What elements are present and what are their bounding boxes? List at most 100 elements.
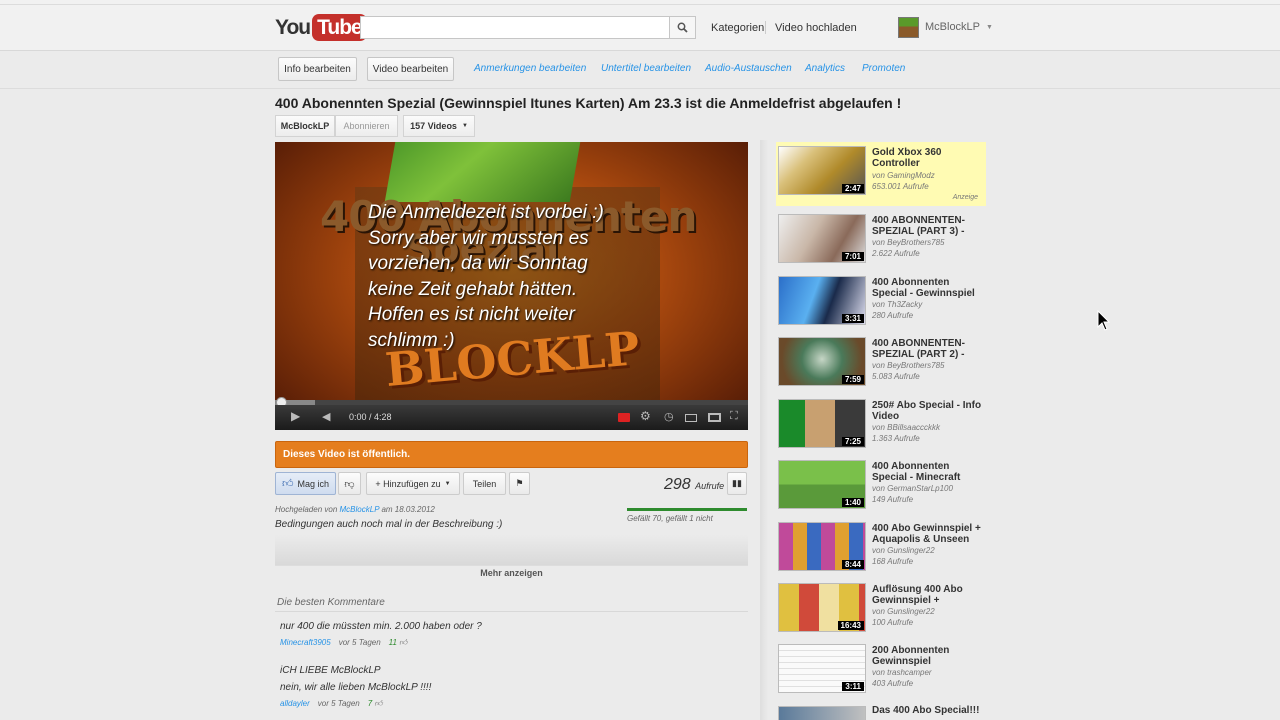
like-label: Mag ich	[297, 478, 329, 489]
time-display: 0:00 / 4:28	[349, 412, 392, 422]
comment-meta: alldayler vor 5 Tagen 7 👍︎	[280, 699, 383, 709]
subscribe-button[interactable]: Abonnieren	[335, 115, 398, 137]
recommended-video[interactable]: 1:40 400 Abonnenten Special - Minecraft …	[776, 456, 986, 514]
youtube-logo[interactable]: You Tube	[275, 14, 367, 41]
video-count-button[interactable]: 157 Videos ▼	[403, 115, 475, 137]
small-player-icon[interactable]	[685, 414, 697, 422]
recommended-author: von trashcamper	[872, 668, 932, 677]
recommended-author: von Th3Zacky	[872, 300, 923, 309]
search-input[interactable]	[360, 16, 670, 39]
top-divider	[0, 4, 1280, 5]
upload-info: Hochgeladen von McBlockLP am 18.03.2012	[275, 505, 435, 514]
cc-icon[interactable]	[618, 413, 630, 422]
recommended-video[interactable]: 16:43 Auflösung 400 Abo Gewinnspiel + vo…	[776, 579, 986, 637]
edit-subtitles-link[interactable]: Untertitel bearbeiten	[601, 63, 691, 74]
flag-icon: ⚑	[515, 478, 524, 488]
analytics-link[interactable]: Analytics	[805, 63, 845, 74]
chevron-down-icon: ▼	[986, 23, 993, 31]
comment-user[interactable]: alldayler	[280, 699, 310, 709]
dislike-button[interactable]: 👎︎	[338, 472, 361, 495]
watch-later-icon[interactable]: ◷	[664, 410, 674, 423]
recommended-title: 400 Abonnenten Special - Minecraft	[872, 461, 961, 483]
duration-badge: 2:47	[841, 184, 864, 193]
recommended-views: 100 Aufrufe	[872, 618, 914, 627]
edit-video-button[interactable]: Video bearbeiten	[367, 57, 454, 81]
video-count-label: 157 Videos	[410, 121, 457, 131]
categories-link[interactable]: Kategorien	[711, 22, 764, 34]
description-text: Bedingungen auch noch mal in der Beschre…	[275, 519, 503, 530]
recommended-author: von BBillsaaccckkk	[872, 423, 941, 432]
comment-text: nein, wir alle lieben McBlockLP !!!!	[280, 682, 432, 693]
video-thumbnail: 2:47	[778, 146, 866, 195]
recommended-video[interactable]: Das 400 Abo Special!!!	[776, 702, 986, 720]
recommended-video[interactable]: 8:44 400 Abo Gewinnspiel + Aquapolis & U…	[776, 518, 986, 576]
gear-icon[interactable]: ⚙	[640, 409, 651, 423]
recommended-author: von Gunslinger22	[872, 607, 935, 616]
recommended-views: 653.001 Aufrufe	[872, 182, 929, 191]
comments-heading: Die besten Kommentare	[277, 597, 385, 608]
like-button[interactable]: 👍︎ Mag ich	[275, 472, 336, 495]
flag-button[interactable]: ⚑	[509, 472, 530, 495]
chevron-down-icon: ▼	[461, 123, 468, 129]
duration-badge: 7:59	[841, 375, 864, 384]
comment-user[interactable]: Minecraft3905	[280, 638, 331, 648]
overlay-line: Sorry aber wir mussten es	[368, 227, 589, 249]
recommended-video[interactable]: 3:31 400 Abonnenten Special - Gewinnspie…	[776, 272, 986, 330]
share-button[interactable]: Teilen	[463, 472, 506, 495]
description-fade	[275, 535, 748, 565]
stats-button[interactable]: ▮▮	[727, 472, 747, 495]
recommended-video[interactable]: 7:01 400 ABONNENTEN-SPEZIAL (PART 3) - v…	[776, 210, 986, 268]
separator	[765, 21, 766, 34]
promote-link[interactable]: Promoten	[862, 63, 905, 74]
video-overlay-text: Die Anmeldezeit ist vorbei :) Sorry aber…	[368, 200, 668, 353]
search-icon	[677, 22, 688, 33]
recommended-author: von GermanStarLp100	[872, 484, 953, 493]
sidebar-shadow	[760, 140, 768, 720]
recommended-views: 1.363 Aufrufe	[872, 434, 920, 443]
recommended-video[interactable]: 7:59 400 ABONNENTEN-SPEZIAL (PART 2) - v…	[776, 333, 986, 391]
recommended-views: 403 Aufrufe	[872, 679, 914, 688]
edit-info-button[interactable]: Info bearbeiten	[278, 57, 357, 81]
recommended-title: 400 Abonnenten Special - Gewinnspiel	[872, 277, 975, 299]
uploader-link[interactable]: McBlockLP	[340, 505, 380, 514]
search-button[interactable]	[669, 16, 696, 39]
video-thumbnail: 3:11	[778, 644, 866, 693]
recommended-author: von Gunslinger22	[872, 546, 935, 555]
duration-badge: 3:31	[841, 314, 864, 323]
comment-meta: Minecraft3905 vor 5 Tagen 11 👍︎	[280, 638, 407, 648]
show-more-button[interactable]: Mehr anzeigen	[275, 565, 748, 578]
audio-swap-link[interactable]: Audio-Austauschen	[705, 63, 792, 74]
overlay-line: schlimm :)	[368, 329, 455, 351]
recommended-video[interactable]: 7:25 250# Abo Special - Info Video von B…	[776, 395, 986, 453]
large-player-icon[interactable]	[708, 413, 721, 422]
recommended-author: von BeyBrothers785	[872, 361, 945, 370]
recommended-title: 400 Abo Gewinnspiel + Aquapolis & Unseen	[872, 523, 981, 545]
top-bar: You Tube Kategorien Video hochladen McBl…	[0, 0, 1280, 51]
video-player[interactable]: 400 Abonnenten Spezial BLOCKLP Die Anmel…	[275, 142, 748, 430]
add-to-button[interactable]: + Hinzufügen zu ▼	[366, 472, 460, 495]
duration-badge: 16:43	[837, 621, 864, 630]
recommended-video-ad[interactable]: 2:47 Gold Xbox 360 Controller von Gaming…	[776, 142, 986, 206]
play-icon[interactable]: ▶	[291, 409, 300, 423]
recommended-title: Auflösung 400 Abo Gewinnspiel +	[872, 584, 963, 606]
view-count: 298 Aufrufe	[664, 476, 724, 494]
channel-button[interactable]: McBlockLP	[275, 115, 335, 137]
logo-you: You	[275, 15, 311, 39]
overlay-line: keine Zeit gehabt hätten.	[368, 278, 578, 300]
thumbs-up-icon: 👍︎	[281, 478, 294, 490]
volume-icon[interactable]: ◀	[322, 410, 330, 423]
recommended-views: 280 Aufrufe	[872, 311, 914, 320]
user-menu[interactable]: McBlockLP ▼	[898, 16, 993, 38]
recommended-author: von GamingModz	[872, 171, 935, 180]
recommended-video[interactable]: 3:11 200 Abonnenten Gewinnspiel von tras…	[776, 640, 986, 698]
stats-icon: ▮▮	[732, 478, 742, 488]
thumbs-up-icon[interactable]: 👍︎	[399, 638, 407, 648]
upload-link[interactable]: Video hochladen	[775, 22, 857, 34]
duration-badge: 7:25	[841, 437, 864, 446]
duration-badge: 1:40	[841, 498, 864, 507]
recommended-title: 250# Abo Special - Info Video	[872, 400, 982, 422]
recommended-author: von BeyBrothers785	[872, 238, 945, 247]
fullscreen-icon[interactable]: ⛶	[730, 410, 738, 423]
thumbs-up-icon[interactable]: 👍︎	[374, 699, 382, 709]
edit-annotations-link[interactable]: Anmerkungen bearbeiten	[474, 63, 586, 74]
